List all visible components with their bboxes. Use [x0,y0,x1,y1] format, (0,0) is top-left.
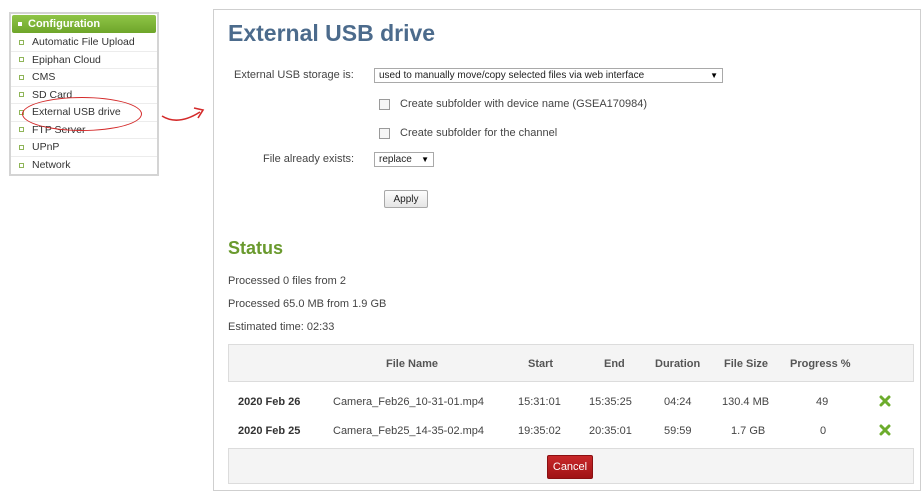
menu-item-label: CMS [32,71,56,84]
table-header: File Name Start End Duration File Size P… [228,344,914,382]
file-exists-select[interactable]: replace ▼ [374,152,434,167]
row-end: 15:35:25 [589,396,632,408]
config-menu: Configuration Automatic File Upload Epip… [9,12,159,176]
row-duration: 04:24 [664,396,692,408]
processed-size-text: Processed 65.0 MB from 1.9 GB [228,298,387,310]
row-end: 20:35:01 [589,425,632,437]
subfolder-device-checkbox[interactable] [379,98,390,110]
square-bullet-icon [19,92,24,98]
menu-item-epiphan-cloud[interactable]: Epiphan Cloud [11,52,157,69]
square-bullet-icon [19,57,24,63]
transfer-table: File Name Start End Duration File Size P… [228,344,914,484]
square-bullet-icon [19,162,24,168]
column-header-file-size: File Size [724,358,769,370]
menu-item-external-usb-drive[interactable]: External USB drive [11,104,157,122]
remove-x-icon[interactable] [879,424,891,436]
column-header-duration: Duration [655,358,701,370]
row-date: 2020 Feb 25 [238,425,301,437]
row-date: 2020 Feb 26 [238,396,301,408]
storage-mode-select[interactable]: used to manually move/copy selected file… [374,68,723,83]
table-footer: Cancel [228,448,914,484]
main-panel: External USB drive External USB storage … [213,9,921,491]
menu-item-label: External USB drive [32,106,121,119]
dropdown-caret-icon: ▼ [421,155,429,164]
status-title: Status [228,238,284,258]
row-file-name: Camera_Feb26_10-31-01.mp4 [333,396,485,408]
estimated-time-text: Estimated time: 02:33 [228,321,335,333]
table-row: 2020 Feb 26 Camera_Feb26_10-31-01.mp4 15… [228,388,914,417]
subfolder-device-option[interactable]: Create subfolder with device name (GSEA1… [379,98,647,110]
row-progress: 0 [820,425,827,437]
subfolder-channel-option[interactable]: Create subfolder for the channel [379,127,557,139]
column-header-file-name: File Name [386,358,438,370]
row-file-size: 130.4 MB [722,396,770,408]
square-bullet-icon [19,74,24,80]
menu-item-label: Automatic File Upload [32,36,135,49]
menu-item-label: SD Card [32,88,73,101]
square-bullet-icon [19,109,24,115]
column-header-start: Start [528,358,554,370]
bullet-icon [18,22,22,26]
menu-item-sd-card[interactable]: SD Card [11,87,157,104]
menu-item-cms[interactable]: CMS [11,69,157,87]
square-bullet-icon [19,39,24,45]
menu-item-automatic-file-upload[interactable]: Automatic File Upload [11,34,157,52]
dropdown-caret-icon: ▼ [710,71,718,80]
apply-button[interactable]: Apply [384,190,428,208]
row-duration: 59:59 [664,425,692,437]
subfolder-channel-label: Create subfolder for the channel [400,127,558,139]
menu-item-label: UPnP [32,141,60,154]
annotation-arrow-icon [161,107,205,121]
remove-x-icon[interactable] [879,395,891,407]
square-bullet-icon [19,127,24,133]
storage-label: External USB storage is: [234,69,354,81]
menu-item-network[interactable]: Network [11,157,157,175]
column-header-end: End [604,358,625,370]
row-start: 15:31:01 [518,396,561,408]
page-title: External USB drive [228,20,436,46]
file-exists-label: File already exists: [263,153,355,165]
subfolder-device-label: Create subfolder with device name (GSEA1… [400,98,648,110]
row-start: 19:35:02 [518,425,561,437]
file-exists-value: replace [379,154,412,165]
menu-item-label: Epiphan Cloud [32,53,101,66]
cancel-button[interactable]: Cancel [547,455,593,479]
row-file-name: Camera_Feb25_14-35-02.mp4 [333,425,485,437]
table-row: 2020 Feb 25 Camera_Feb25_14-35-02.mp4 19… [228,417,914,446]
storage-mode-value: used to manually move/copy selected file… [379,70,645,81]
menu-header-label: Configuration [28,18,101,30]
subfolder-channel-checkbox[interactable] [379,127,390,139]
column-header-progress: Progress % [790,358,851,370]
menu-item-label: FTP Server [32,123,86,136]
menu-item-upnp[interactable]: UPnP [11,139,157,157]
row-progress: 49 [816,396,829,408]
menu-header-configuration[interactable]: Configuration [12,15,156,33]
menu-item-ftp-server[interactable]: FTP Server [11,122,157,139]
processed-files-text: Processed 0 files from 2 [228,275,346,287]
square-bullet-icon [19,144,24,150]
menu-item-label: Network [32,159,71,172]
row-file-size: 1.7 GB [731,425,766,437]
